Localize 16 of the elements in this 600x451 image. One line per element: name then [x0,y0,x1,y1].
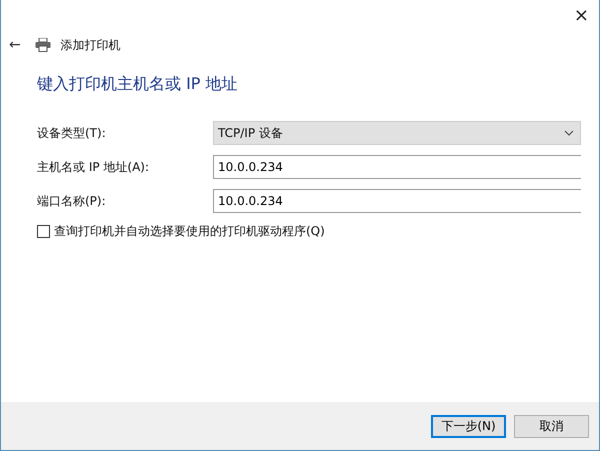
field-label: 主机名或 IP 地址(A): [37,158,150,176]
page-heading: 键入打印机主机名或 IP 地址 [37,74,239,95]
device-type-dropdown[interactable]: TCP/IP 设备 [213,121,581,145]
window-title: 添加打印机 [60,36,121,54]
close-button[interactable]: × [564,4,599,26]
input-field[interactable]: 10.0.0.234 [213,189,581,213]
cancel-button[interactable]: 取消 [514,414,589,438]
next-button[interactable]: 下一步(N) [431,414,506,438]
input-field[interactable]: 10.0.0.234 [213,155,581,179]
field-label: 端口名称(P): [37,192,107,210]
chevron-icon [564,130,574,136]
printer-icon [34,38,51,52]
field-label: 设备类型(T): [37,124,107,142]
back-button[interactable]: ← [9,37,21,53]
checkbox-label: 查询打印机并自动选择要使用的打印机驱动程序(Q) [54,223,325,240]
checkbox[interactable] [37,225,50,238]
